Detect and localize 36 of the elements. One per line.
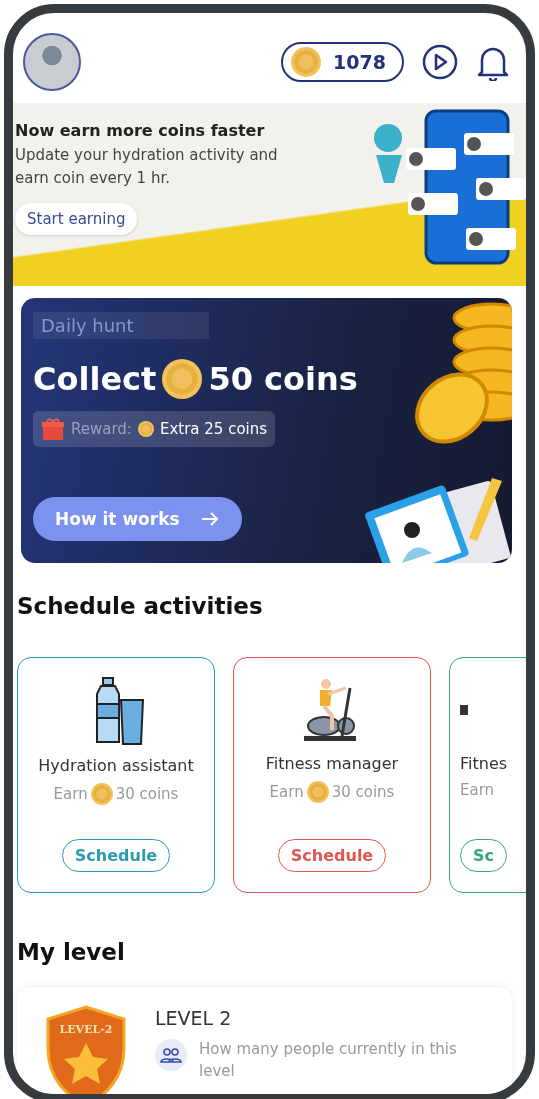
earn-label: Earn: [53, 785, 88, 803]
coin-icon: [162, 359, 203, 399]
play-icon[interactable]: [422, 44, 458, 80]
arrow-right-icon: [199, 511, 220, 527]
people-icon: [155, 1039, 187, 1071]
banner-title: Now earn more coins faster: [15, 121, 266, 140]
banner-text: Update your hydration activity and earn coin every 1 hr.: [15, 145, 279, 189]
earn-amount: 30 coins: [115, 785, 179, 803]
coin-balance[interactable]: 1078: [281, 42, 404, 82]
avatar[interactable]: [23, 33, 81, 91]
activity-card[interactable]: Fitness manager Earn 30 coins Schedule: [233, 657, 431, 893]
coin-count: 1078: [333, 51, 386, 73]
activity-title: Fitness manager: [265, 754, 399, 773]
activity-title: Hydration assistant: [38, 756, 194, 775]
coin-icon: [291, 47, 322, 77]
level-name: LEVEL 2: [155, 1007, 233, 1029]
activity-card[interactable]: Hydration assistant Earn 30 coins Schedule: [17, 657, 215, 893]
reward-label: Reward:: [71, 420, 132, 438]
start-earning-button[interactable]: Start earning: [15, 203, 138, 235]
coin-icon: [137, 421, 154, 437]
activity-card[interactable]: Fitnes Earn Sc: [449, 657, 526, 893]
earn-label: Earn: [460, 781, 495, 799]
level-description: How many people currently in this level: [199, 1039, 458, 1082]
activity-title: Fitnes: [460, 754, 508, 773]
gift-icon: [41, 417, 65, 441]
schedule-button[interactable]: Schedule: [277, 839, 387, 872]
reward-value: Extra 25 coins: [159, 420, 268, 438]
coin-icon: [90, 783, 113, 805]
earn-label: Earn: [269, 783, 304, 801]
coin-icon: [306, 781, 329, 803]
coin-amount: 50 coins: [208, 360, 358, 398]
section-heading: Schedule activities: [16, 593, 264, 619]
collect-label: Collect: [33, 360, 157, 398]
earn-amount: 30 coins: [331, 783, 395, 801]
daily-hunt-tag: Daily hunt: [33, 312, 209, 339]
section-heading: My level: [16, 939, 126, 965]
